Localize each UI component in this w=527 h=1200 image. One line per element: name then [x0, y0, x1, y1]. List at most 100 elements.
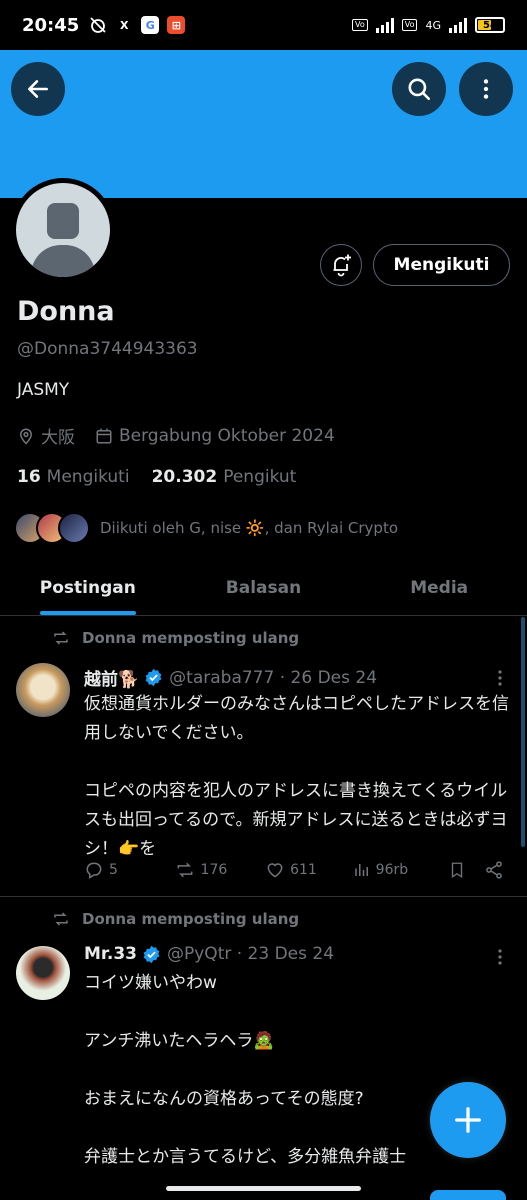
tab-label: Media: [410, 577, 469, 598]
compose-post-button[interactable]: [430, 1082, 506, 1158]
reply-icon: [86, 862, 102, 879]
more-vertical-icon: [498, 670, 502, 686]
views-button[interactable]: 96rb: [353, 860, 449, 880]
like-count: 611: [290, 862, 317, 878]
views-count: 96rb: [375, 862, 409, 878]
notification-bell-button[interactable]: [320, 244, 362, 286]
volte-icon: Vo: [351, 19, 368, 31]
profile-meta: 大阪 Bergabung Oktober 2024: [17, 423, 355, 448]
scrollbar[interactable]: [521, 617, 525, 847]
post-header: 越前🐕 @taraba777 · 26 Des 24: [84, 665, 378, 691]
post-actions: 5 176 611 96rb: [84, 860, 504, 880]
tab-postingan[interactable]: Postingan: [0, 560, 176, 615]
back-arrow-icon: [28, 80, 48, 98]
tab-media[interactable]: Media: [351, 560, 527, 615]
post-author-name[interactable]: 越前🐕: [84, 665, 139, 690]
signal-icon: [375, 17, 394, 33]
share-button[interactable]: [484, 860, 504, 880]
follow-counts: 16 Mengikuti 20.302 Pengikut: [17, 467, 296, 487]
joined-text: Bergabung Oktober 2024: [119, 425, 335, 446]
profile-name: Donna: [17, 296, 115, 327]
followed-by-row[interactable]: Diikuti oleh G, nise 🔆, dan Rylai Crypto: [14, 512, 398, 544]
repost-indicator: Donna memposting ulang: [52, 910, 299, 928]
following-label: Mengikuti: [46, 467, 130, 487]
post-more-button[interactable]: [492, 945, 508, 969]
post-text: 仮想通貨ホルダーのみなさんはコピペしたアドレスを信用しないでください。 コピペの…: [84, 694, 509, 859]
status-left-icons: X G ⊞: [89, 16, 186, 34]
repost-label: Donna memposting ulang: [82, 629, 300, 647]
like-button[interactable]: 611: [265, 860, 353, 880]
followers-you-know-avatars: [14, 512, 90, 544]
post-item[interactable]: Donna memposting ulang Mr.33 @PyQtr · 23…: [0, 898, 527, 1200]
profile-banner[interactable]: [0, 50, 527, 198]
volte-icon-2: Vo: [401, 19, 418, 31]
more-vertical-icon: [498, 949, 502, 965]
shopee-app-icon: ⊞: [167, 16, 186, 34]
post-text: コイツ嫌いやわw アンチ沸いたヘラヘラ🧟 おまえになんの資格あってその態度? 弁…: [84, 973, 407, 1167]
search-icon: [408, 78, 431, 101]
mini-avatar: [58, 512, 90, 544]
status-time: 20:45: [22, 14, 80, 36]
post-author-handle: @taraba777 · 26 Des 24: [169, 667, 378, 688]
post-author-handle: @PyQtr · 23 Des 24: [167, 944, 335, 964]
more-options-button[interactable]: [459, 62, 513, 116]
repost-indicator: Donna memposting ulang: [52, 629, 299, 647]
profile-avatar[interactable]: [11, 178, 115, 282]
post-more-button[interactable]: [492, 666, 508, 690]
location-text: 大阪: [41, 428, 75, 448]
more-vertical-icon: [483, 79, 489, 99]
bookmark-button[interactable]: [448, 860, 484, 880]
active-tab-indicator: [39, 611, 136, 615]
calendar-icon: [96, 428, 112, 443]
views-icon: [354, 864, 368, 876]
home-indicator[interactable]: [166, 1186, 361, 1191]
back-button[interactable]: [11, 62, 65, 116]
search-button[interactable]: [392, 62, 446, 116]
post-author-avatar[interactable]: [16, 663, 70, 717]
tab-label: Balasan: [225, 577, 302, 598]
post-author-avatar[interactable]: [16, 946, 70, 1000]
joined-item: Bergabung Oktober 2024: [95, 426, 335, 446]
location-item: 大阪: [17, 423, 75, 448]
status-right-icons: Vo Vo 4G 54: [351, 17, 505, 33]
following-button[interactable]: Mengikuti: [373, 244, 510, 286]
bookmark-icon: [451, 862, 463, 879]
post-item[interactable]: Donna memposting ulang 越前🐕 @taraba777 · …: [0, 617, 527, 897]
battery-text: 54: [483, 19, 497, 31]
followed-by-text: Diikuti oleh G, nise 🔆, dan Rylai Crypto: [100, 519, 399, 537]
google-app-icon: G: [141, 16, 160, 34]
repost-icon: [177, 862, 192, 878]
reply-button[interactable]: 5: [84, 860, 174, 880]
secondary-fab[interactable]: [430, 1190, 506, 1200]
tab-label: Postingan: [39, 577, 136, 598]
following-count: 16: [17, 467, 41, 487]
battery-icon: 54: [475, 17, 505, 33]
plus-icon: [455, 1107, 481, 1133]
post-author-name[interactable]: Mr.33: [84, 944, 137, 964]
bell-plus-icon: [333, 254, 351, 277]
profile-tabs: Postingan Balasan Media: [0, 560, 527, 616]
profile-bio: JASMY: [17, 380, 70, 400]
followers-count-link[interactable]: 20.302 Pengikut: [152, 467, 297, 487]
x-app-icon: X: [120, 18, 129, 32]
default-avatar-icon: [16, 183, 110, 277]
verified-badge-icon: [145, 668, 162, 687]
tab-balasan[interactable]: Balasan: [176, 560, 352, 615]
reply-count: 5: [109, 862, 118, 878]
share-icon: [486, 861, 502, 879]
network-type-label: 4G: [425, 18, 441, 32]
post-header: Mr.33 @PyQtr · 23 Des 24: [84, 944, 334, 964]
repost-button[interactable]: 176: [174, 860, 266, 880]
verified-badge-icon: [143, 945, 160, 963]
repost-label: Donna memposting ulang: [82, 910, 300, 928]
alarm-off-icon: [90, 17, 106, 33]
followers-count: 20.302: [151, 467, 218, 487]
profile-handle: @Donna3744943363: [17, 339, 198, 359]
like-icon: [267, 863, 283, 878]
followers-label: Pengikut: [223, 467, 297, 487]
signal-icon-2: [449, 17, 467, 33]
status-bar: 20:45 X G ⊞ Vo Vo 4G 54: [0, 0, 527, 50]
repost-icon: [54, 912, 68, 926]
location-pin-icon: [19, 428, 33, 445]
following-count-link[interactable]: 16 Mengikuti: [17, 467, 130, 487]
